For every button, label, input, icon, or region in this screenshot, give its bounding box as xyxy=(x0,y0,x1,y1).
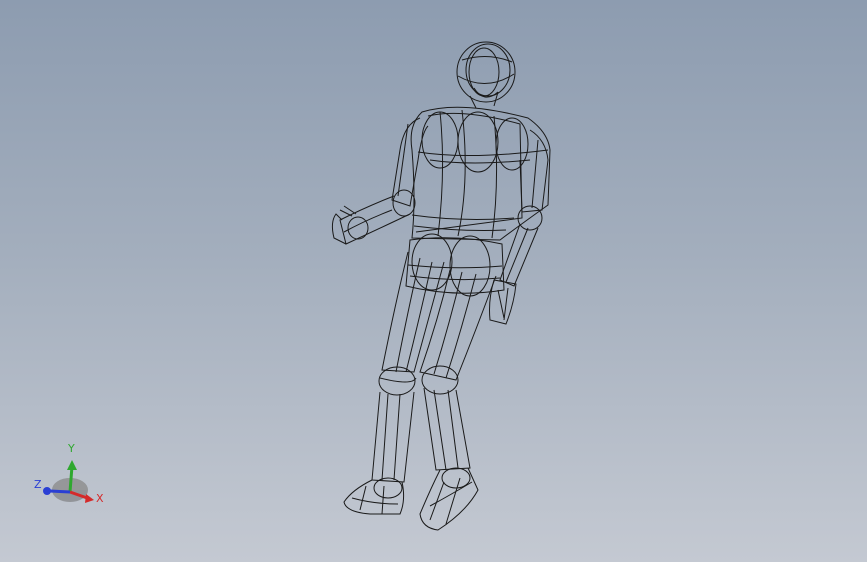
z-axis-icon xyxy=(49,489,71,494)
triad-z-label: Z xyxy=(34,478,42,491)
view-orientation-triad[interactable]: Y X Z xyxy=(30,440,110,520)
triad-y-label: Y xyxy=(68,442,75,455)
wireframe-human-model[interactable] xyxy=(0,0,867,562)
graphics-viewport[interactable]: Y X Z xyxy=(0,0,867,562)
model-head xyxy=(456,41,516,109)
model-right-arm xyxy=(489,129,549,325)
model-torso xyxy=(410,106,551,241)
model-pelvis xyxy=(405,233,505,297)
model-left-leg xyxy=(343,251,445,515)
triad-x-label: X xyxy=(96,492,104,505)
